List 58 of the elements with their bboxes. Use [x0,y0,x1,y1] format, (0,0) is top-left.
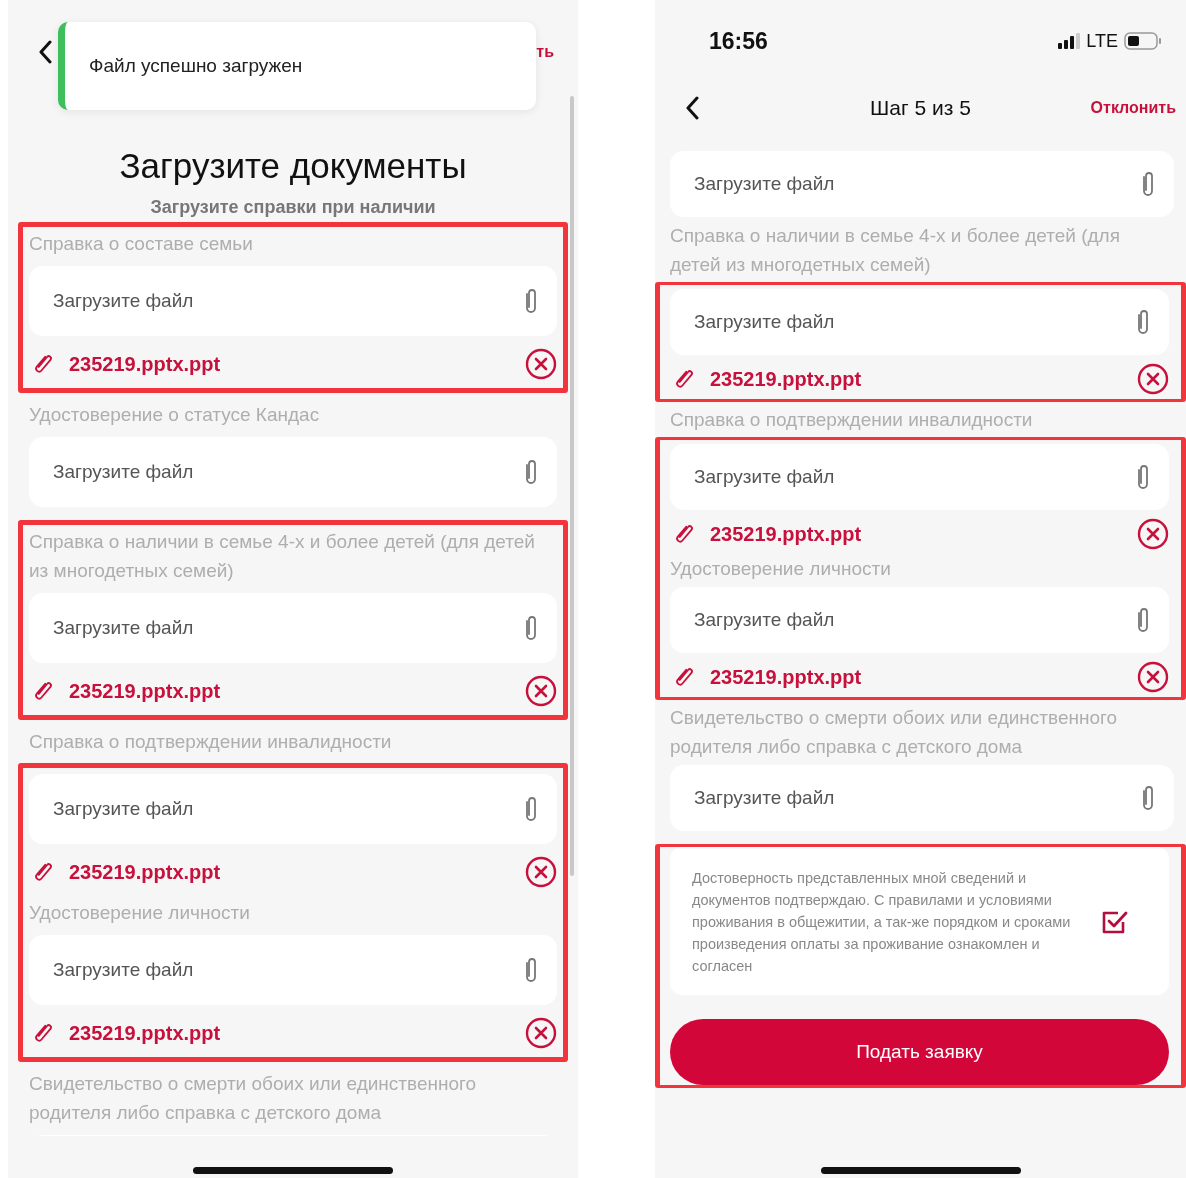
file-name: 235219.pptx.ppt [710,665,863,689]
file-name: 235219.pptx.ppt [710,522,863,546]
remove-icon[interactable] [525,675,557,707]
file-name: 235219.pptx.ppt [69,352,222,376]
upload-field[interactable]: Загрузите файл [29,437,557,507]
document-label: Справка о подтверждении инвалидности [670,408,1034,432]
remove-icon[interactable] [1137,661,1169,693]
toast-message: Файл успешно загружен [89,55,303,77]
remove-icon[interactable] [525,856,557,888]
remove-icon[interactable] [1137,363,1169,395]
upload-field[interactable]: Загрузите файл [29,593,557,663]
back-icon[interactable] [38,40,52,64]
paperclip-icon[interactable] [1135,463,1151,491]
page-subtitle: Загрузите справки при наличии [149,196,437,219]
document-label: Справка о наличии в семье 4-х и более детей (для детей из многодетных семей) [670,224,1121,277]
upload-field[interactable]: Загрузите файл [670,289,1169,355]
decline-link[interactable]: Отклонить [1090,99,1176,117]
upload-field[interactable]: Загрузите файл [29,266,557,336]
upload-field[interactable]: Загрузите файл [670,765,1174,831]
paperclip-icon[interactable] [1135,606,1151,634]
paperclip-icon[interactable] [1140,170,1156,198]
step-title: Шаг 5 из 5 [870,96,971,120]
remove-icon[interactable] [525,1017,557,1049]
submit-button[interactable]: Подать заявку [670,1019,1169,1085]
document-label: Справка о подтверждении инвалидности [29,730,393,754]
remove-icon[interactable] [525,348,557,380]
battery-icon [1124,32,1162,50]
paperclip-icon[interactable] [1140,784,1156,812]
paperclip-icon[interactable] [523,795,539,823]
document-label: Справка о составе семьи [29,232,254,256]
document-label: Свидетельство о смерти обоих или единственного родителя либо справка с детского дома [670,706,1119,759]
paperclip-icon[interactable] [1135,308,1151,336]
document-label: Удостоверение личности [670,557,892,581]
file-name: 235219.pptx.ppt [69,679,222,703]
network-label: LTE [1086,30,1118,52]
status-time: 16:56 [709,27,768,55]
paperclip-icon[interactable] [523,956,539,984]
document-label: Свидетельство о смерти обоих или единственного родителя либо справка с детского дома [29,1072,478,1125]
document-label: Удостоверение о статусе Кандас [29,403,321,427]
document-label: Удостоверение личности [29,901,251,925]
remove-icon[interactable] [1137,518,1169,550]
upload-field[interactable]: Загрузите файл [670,444,1169,510]
file-name: 235219.pptx.ppt [710,367,863,391]
upload-field[interactable]: Загрузите файл [29,774,557,844]
consent-text: Достоверность представленных мной сведений и документов подтверждаю. С правилами и условиями проживания в общежитии, а так-же порядком и сроками произведения оплаты за проживание ознакомлен и согласен [692,869,1072,976]
document-label: Справка о наличии в семье 4-х и более детей (для детей из многодетных семей) [29,530,536,583]
paperclip-icon[interactable] [523,458,539,486]
page-title: Загрузите документы [118,145,468,187]
decline-link[interactable]: ть [536,43,554,61]
upload-field[interactable]: Загрузите файл [29,935,557,1005]
paperclip-icon[interactable] [523,614,539,642]
file-name: 235219.pptx.ppt [69,860,222,884]
file-name: 235219.pptx.ppt [69,1021,222,1045]
signal-icon [1058,33,1081,49]
back-icon[interactable] [685,96,699,120]
upload-field[interactable]: Загрузите файл [670,587,1169,653]
paperclip-icon[interactable] [523,287,539,315]
upload-field[interactable]: Загрузите файл [670,151,1174,217]
